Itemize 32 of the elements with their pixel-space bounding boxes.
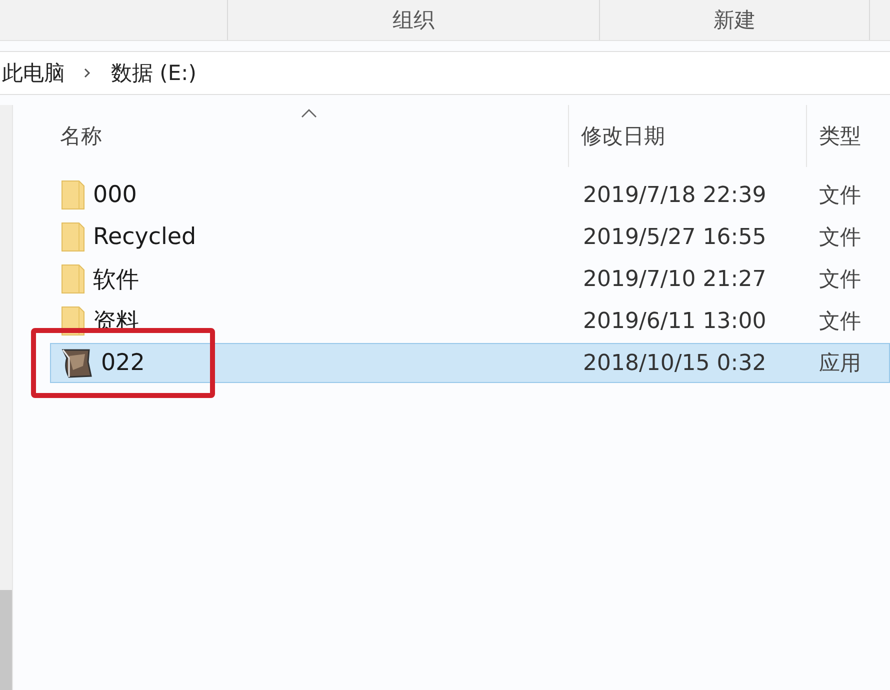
modified-date: 2019/6/11 13:00 — [582, 308, 768, 334]
file-type: 文件 — [818, 224, 862, 251]
file-name: 022 — [101, 350, 145, 376]
folder-icon — [61, 180, 85, 210]
file-type: 应用 — [818, 350, 862, 377]
file-name: Recycled — [93, 224, 196, 250]
file-type: 文件 — [818, 266, 862, 293]
scrollbar-thumb[interactable] — [0, 590, 12, 690]
file-row[interactable]: Recycled 2019/5/27 16:55 文件 — [50, 217, 890, 257]
ribbon-group-label: 组织 — [392, 7, 434, 34]
file-type: 文件 — [818, 308, 862, 335]
file-row[interactable]: 000 2019/7/18 22:39 文件 — [50, 175, 890, 215]
chevron-right-icon — [83, 67, 91, 79]
column-header[interactable]: 类型 — [807, 105, 889, 167]
file-name: 000 — [93, 182, 137, 208]
breadcrumb-item[interactable]: 数据 (E:) — [111, 59, 196, 87]
address-bar[interactable]: 此电脑 数据 (E:) — [0, 51, 890, 95]
file-row[interactable]: 022 2018/10/15 0:32 应用 — [50, 343, 890, 383]
folder-icon — [61, 222, 85, 252]
folder-icon — [61, 264, 85, 294]
modified-date: 2019/5/27 16:55 — [582, 224, 768, 250]
ribbon-group-label: 新建 — [714, 7, 756, 34]
column-header[interactable]: 修改日期 — [569, 105, 807, 167]
file-name: 软件 — [93, 266, 139, 294]
file-type: 文件 — [818, 182, 862, 209]
modified-date: 2019/7/18 22:39 — [582, 182, 768, 208]
modified-date: 2018/10/15 0:32 — [582, 350, 768, 376]
breadcrumb-item[interactable]: 此电脑 — [2, 59, 65, 87]
modified-date: 2019/7/10 21:27 — [582, 266, 768, 292]
file-row[interactable]: 软件 2019/7/10 21:27 文件 — [50, 259, 890, 299]
program-icon — [61, 348, 93, 378]
column-header[interactable]: 名称 — [50, 105, 569, 167]
